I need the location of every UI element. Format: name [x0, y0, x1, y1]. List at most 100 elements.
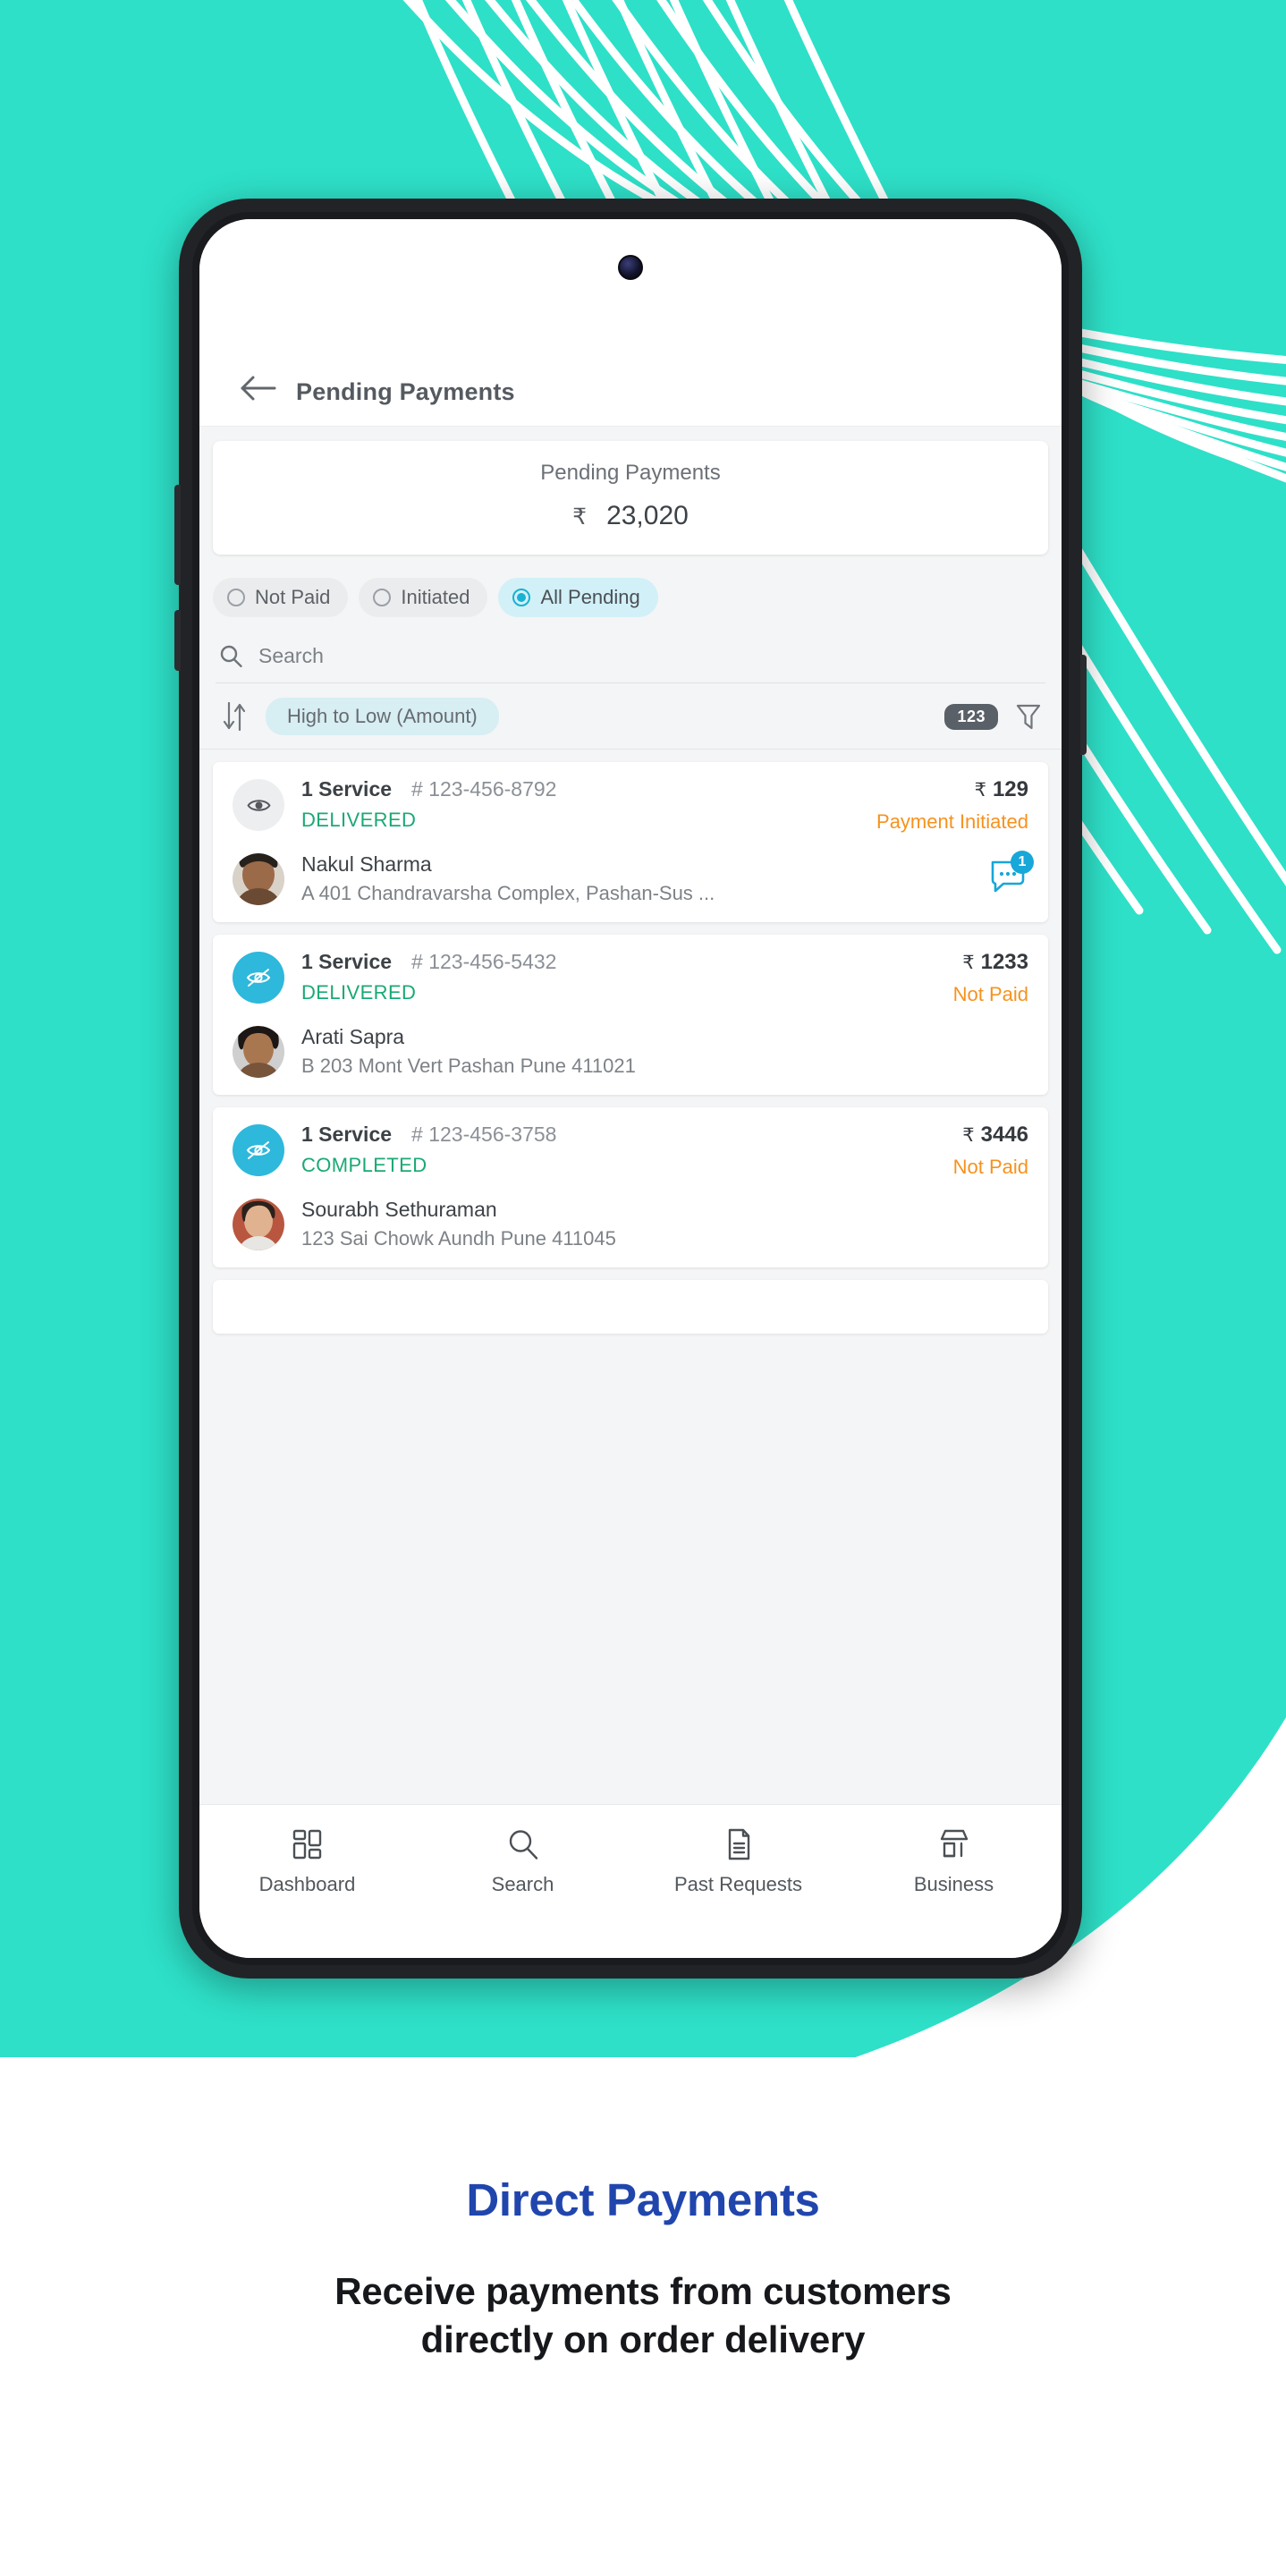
customer-address: A 401 Chandravarsha Complex, Pashan-Sus … — [301, 882, 715, 904]
payment-filter-chips: Not Paid Initiated All Pending — [199, 555, 1062, 617]
search-input[interactable]: Search — [258, 644, 324, 668]
chip-not-paid[interactable]: Not Paid — [213, 578, 349, 617]
customer-name: Sourabh Sethuraman — [301, 1198, 497, 1221]
radio-selected-icon — [512, 589, 531, 606]
order-status: COMPLETED — [301, 1154, 427, 1176]
marketing-subtitle: Receive payments from customers directly… — [0, 2267, 1286, 2364]
radio-icon — [227, 589, 245, 606]
payment-row-right: ₹129 Payment Initiated — [864, 777, 1028, 834]
rupee-symbol: ₹ — [962, 1125, 975, 1146]
nav-item-past-requests[interactable]: Past Requests — [630, 1828, 846, 1896]
payment-row-top: 1 Service # 123-456-3758 COMPLETED ₹3446… — [233, 1123, 1028, 1179]
avatar — [233, 852, 284, 905]
order-status: DELIVERED — [301, 809, 417, 831]
chip-initiated[interactable]: Initiated — [359, 578, 488, 617]
phone-mockup: Pending Payments Pending Payments ₹23,02… — [174, 199, 1087, 1979]
funnel-icon[interactable] — [1015, 702, 1042, 731]
payment-row-customer: Nakul Sharma A 401 Chandravarsha Complex… — [233, 851, 1034, 905]
customer-info: Nakul Sharma A 401 Chandravarsha Complex… — [301, 852, 980, 905]
payment-amount: ₹3446 — [953, 1123, 1028, 1148]
nav-label: Search — [491, 1873, 554, 1895]
app-header: Pending Payments — [199, 219, 1062, 427]
marketing-section: Direct Payments Receive payments from cu… — [0, 2174, 1286, 2364]
storefront-icon — [940, 1829, 968, 1858]
page-title: Pending Payments — [296, 378, 515, 405]
summary-amount-value: 23,020 — [606, 501, 689, 530]
payment-row-top: 1 Service # 123-456-8792 DELIVERED ₹129 … — [233, 777, 1028, 834]
payment-row-customer: Arati Sapra B 203 Mont Vert Pashan Pune … — [233, 1025, 1028, 1078]
phone-bezel: Pending Payments Pending Payments ₹23,02… — [192, 212, 1069, 1965]
search-icon — [509, 1830, 537, 1860]
payment-amount-value: 129 — [992, 777, 1028, 801]
nav-item-dashboard[interactable]: Dashboard — [199, 1828, 415, 1896]
customer-name: Arati Sapra — [301, 1025, 405, 1048]
eye-off-icon — [246, 969, 271, 987]
chat-button[interactable]: 1 — [989, 851, 1034, 899]
payment-amount: ₹1233 — [953, 950, 1028, 975]
table-row[interactable]: 1 Service # 123-456-5432 DELIVERED ₹1233… — [213, 935, 1048, 1095]
pending-payments-summary-card: Pending Payments ₹23,020 — [213, 441, 1048, 555]
avatar — [233, 1025, 284, 1078]
nav-label: Past Requests — [673, 1873, 803, 1895]
sort-order-chip[interactable]: High to Low (Amount) — [266, 698, 499, 735]
customer-name: Nakul Sharma — [301, 852, 432, 876]
table-row[interactable]: 1 Service # 123-456-3758 COMPLETED ₹3446… — [213, 1107, 1048, 1267]
payment-row-top: 1 Service # 123-456-5432 DELIVERED ₹1233… — [233, 950, 1028, 1006]
chat-unread-badge: 1 — [1011, 851, 1034, 874]
payment-amount-value: 1233 — [980, 950, 1028, 974]
payment-amount: ₹129 — [876, 777, 1028, 802]
volume-down-button[interactable] — [174, 610, 181, 671]
document-icon — [728, 1828, 749, 1860]
search-bar[interactable]: Search — [216, 631, 1045, 683]
customer-info: Arati Sapra B 203 Mont Vert Pashan Pune … — [301, 1025, 1028, 1078]
power-button[interactable] — [1080, 655, 1087, 755]
customer-info: Sourabh Sethuraman 123 Sai Chowk Aundh P… — [301, 1198, 1028, 1250]
visibility-toggle[interactable] — [233, 952, 284, 1004]
visibility-toggle[interactable] — [233, 779, 284, 831]
phone-screen: Pending Payments Pending Payments ₹23,02… — [199, 219, 1062, 1958]
eye-icon — [246, 799, 271, 811]
payment-row-right: ₹1233 Not Paid — [941, 950, 1028, 1006]
nav-label: Dashboard — [258, 1873, 356, 1895]
payment-row-line1: 1 Service # 123-456-3758 — [301, 1123, 941, 1147]
pending-payments-list: 1 Service # 123-456-8792 DELIVERED ₹129 … — [199, 762, 1062, 1334]
rupee-symbol: ₹ — [962, 953, 975, 973]
order-id: # 123-456-8792 — [411, 777, 557, 801]
rupee-symbol: ₹ — [572, 504, 588, 530]
nav-item-search[interactable]: Search — [415, 1828, 630, 1896]
payment-row-line1: 1 Service # 123-456-8792 — [301, 777, 864, 801]
eye-off-icon — [246, 1141, 271, 1159]
payment-status-badge: Payment Initiated — [876, 810, 1028, 833]
table-row[interactable]: 1 Service # 123-456-8792 DELIVERED ₹129 … — [213, 762, 1048, 922]
chip-label: Not Paid — [255, 586, 331, 608]
payment-amount-value: 3446 — [980, 1123, 1028, 1147]
order-id: # 123-456-3758 — [411, 1123, 557, 1146]
chip-all-pending[interactable]: All Pending — [498, 578, 658, 617]
app-content: Pending Payments ₹23,020 Not Paid Initia… — [199, 427, 1062, 1804]
chip-label: All Pending — [540, 586, 640, 608]
visibility-toggle[interactable] — [233, 1124, 284, 1176]
sort-arrows-icon[interactable] — [223, 701, 246, 732]
marketing-title: Direct Payments — [466, 2174, 820, 2225]
nav-item-business[interactable]: Business — [846, 1828, 1062, 1896]
payment-row-main: 1 Service # 123-456-5432 DELIVERED — [301, 950, 941, 1004]
payment-row-right: ₹3446 Not Paid — [941, 1123, 1028, 1179]
list-item-partial[interactable] — [213, 1280, 1048, 1334]
result-count-badge: 123 — [944, 703, 998, 730]
service-count: 1 Service — [301, 777, 393, 801]
search-icon — [220, 645, 242, 667]
volume-up-button[interactable] — [174, 485, 181, 585]
payment-row-main: 1 Service # 123-456-3758 COMPLETED — [301, 1123, 941, 1177]
service-count: 1 Service — [301, 950, 393, 973]
sort-bar-right: 123 — [944, 702, 1042, 731]
dashboard-grid-icon — [292, 1829, 321, 1860]
nav-label: Business — [913, 1873, 994, 1895]
summary-label: Pending Payments — [540, 461, 721, 485]
arrow-left-icon[interactable] — [239, 373, 276, 403]
customer-address: B 203 Mont Vert Pashan Pune 411021 — [301, 1055, 636, 1077]
chip-label: Initiated — [401, 586, 470, 608]
payment-status-badge: Not Paid — [952, 983, 1028, 1005]
summary-amount-row: ₹23,020 — [213, 501, 1048, 531]
marketing-subtitle-line2: directly on order delivery — [420, 2318, 866, 2360]
bottom-navigation: Dashboard Search Past Requests Business — [199, 1804, 1062, 1958]
